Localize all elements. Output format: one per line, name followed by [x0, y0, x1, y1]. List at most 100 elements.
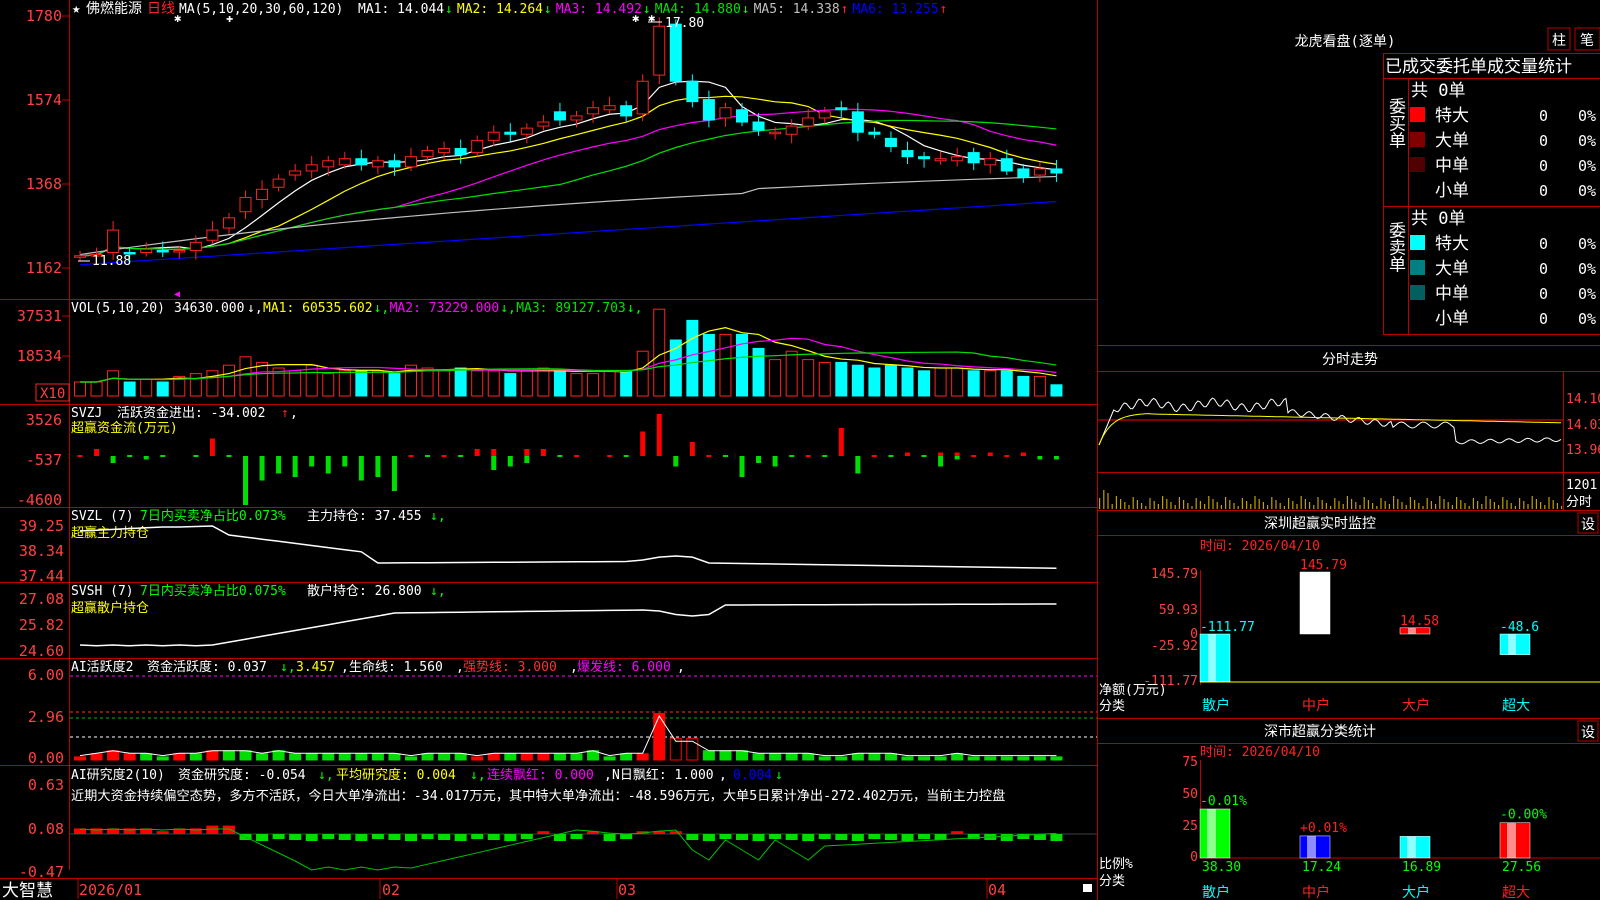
order-percent: 0% [1578, 235, 1596, 253]
fund-flow-bar [226, 455, 232, 457]
fund-flow-bar [623, 455, 629, 457]
intraday-volume-bar [1233, 503, 1235, 509]
intraday-vol-unit: 分时 [1566, 495, 1592, 510]
tab-bar-view[interactable]: 柱 [1552, 33, 1566, 49]
ratio-category: 大户 [1402, 884, 1430, 900]
intraday-volume-bar [1351, 499, 1353, 509]
sz-class-title: 深市超赢分类统计 [1264, 723, 1376, 740]
vol-legend-item: MA1: 60535.602 [263, 301, 373, 316]
svsh-label: 散户持仓: 26.800 [307, 583, 422, 599]
event-marker[interactable]: ✱ [648, 11, 655, 25]
lock-icon[interactable] [1083, 884, 1092, 892]
fund-flow-bar [94, 449, 100, 456]
ma-legend-arrow: ↓ [544, 2, 552, 17]
research-bar [1000, 834, 1013, 841]
trading-screen: 1780 1574 1368 1162 ★ 佛燃能源 日线 MA(5,10,20… [0, 0, 1600, 900]
candle[interactable] [636, 74, 649, 122]
fund-flow-bar [342, 456, 348, 467]
time-axis-label: 2026/01 [79, 881, 142, 899]
intraday-volume-bar [1296, 504, 1298, 509]
activity-bar [851, 753, 864, 761]
intraday-volume-bar [1166, 499, 1168, 509]
fund-flow-bar [706, 455, 712, 457]
research-bar [454, 834, 467, 841]
ai-active-label: 资金活跃度: 0.037 [147, 659, 267, 675]
fund-flow-bar [143, 456, 149, 460]
volume-bar [553, 370, 566, 397]
svzl-label: 主力持仓: 37.455 [307, 509, 422, 524]
sz-class-settings-button[interactable]: 设 [1581, 725, 1595, 741]
intraday-volume-bar [1325, 503, 1327, 509]
stock-name: 佛燃能源 [86, 0, 142, 17]
fund-flow-bar [441, 455, 447, 457]
fund-flow-bar [292, 456, 298, 477]
research-bar [868, 834, 881, 839]
star-icon[interactable]: ★ [72, 1, 81, 17]
intraday-volume-bar [1451, 505, 1453, 509]
event-marker[interactable]: ✱ [632, 11, 639, 25]
volume-bar [355, 370, 368, 397]
order-type: 特大 [1435, 234, 1469, 254]
event-marker[interactable]: ✚ [226, 11, 233, 25]
svsh-axis-label: 27.08 [19, 590, 64, 608]
candle[interactable] [653, 17, 666, 85]
tab-tick-view[interactable]: 笔 [1580, 33, 1594, 49]
volume-bar [951, 367, 964, 397]
research-bar [471, 834, 484, 839]
intraday-volume-bar [1372, 503, 1374, 509]
activity-bar [206, 750, 219, 761]
sz-monitor-settings-button[interactable]: 设 [1581, 517, 1595, 533]
research-bar [901, 834, 914, 841]
intraday-volume-bar [1178, 497, 1180, 509]
sz-monitor-ylabel: 净额(万元) [1099, 683, 1167, 698]
volume-bar [123, 381, 136, 397]
sz-class-axis-label: 0 [1190, 850, 1198, 865]
intraday-volume-bar [1376, 506, 1378, 509]
intraday-volume-bar [1514, 506, 1516, 509]
intraday-volume-bar [1300, 496, 1302, 509]
intraday-volume-bar [1456, 497, 1458, 509]
order-count: 0 [1539, 235, 1548, 253]
research-bar [289, 834, 302, 840]
fund-flow-bar [607, 455, 613, 457]
period-label[interactable]: 日线 [147, 1, 175, 17]
intraday-volume-bar [1493, 502, 1495, 509]
intraday-volume-bar [1384, 501, 1386, 509]
volume-bar [934, 367, 947, 397]
vol-legend-arrow: ↓, [374, 301, 390, 316]
svsh-axis-label: 24.60 [19, 642, 64, 660]
research-bar [802, 834, 815, 841]
price-axis-label: 1162 [26, 259, 62, 277]
order-type: 小单 [1435, 309, 1469, 329]
ratio-change: +0.01% [1300, 821, 1347, 836]
ma-legend-arrow: ↓ [445, 2, 453, 17]
intraday-volume-bar [1111, 504, 1113, 509]
event-marker[interactable]: ✱ [174, 11, 181, 25]
order-color-swatch [1410, 260, 1425, 275]
intraday-volume-bar [1519, 498, 1521, 509]
volume-bar [620, 370, 633, 397]
svg-text:↓,: ↓, [430, 584, 446, 599]
fund-flow-bar [524, 456, 530, 463]
intraday-volume-bar [1271, 497, 1273, 509]
research-bar [156, 831, 169, 834]
ma-legend-item: MA3: 14.492 [556, 2, 642, 17]
order-color-swatch [1410, 157, 1425, 172]
activity-bar [620, 753, 633, 761]
activity-bar [487, 753, 500, 761]
sz-monitor-xlabel: 分类 [1099, 699, 1125, 714]
ratio-bar[interactable] [1399, 836, 1431, 859]
svg-text:,: , [341, 660, 349, 675]
ai-active-axis-label: 6.00 [28, 666, 64, 684]
intraday-volume-bar [1506, 500, 1508, 509]
volume-bar [603, 370, 616, 397]
intraday-volume-bar [1124, 502, 1126, 509]
order-percent: 0% [1578, 260, 1596, 278]
volume-bar [868, 367, 881, 397]
research-bar [272, 834, 285, 839]
order-color-swatch [1410, 285, 1425, 300]
intraday-volume-bar [1216, 502, 1218, 509]
intraday-volume-bar [1502, 497, 1504, 509]
intraday-volume-bar [1153, 501, 1155, 509]
sz-class-axis-label: 75 [1182, 755, 1198, 770]
